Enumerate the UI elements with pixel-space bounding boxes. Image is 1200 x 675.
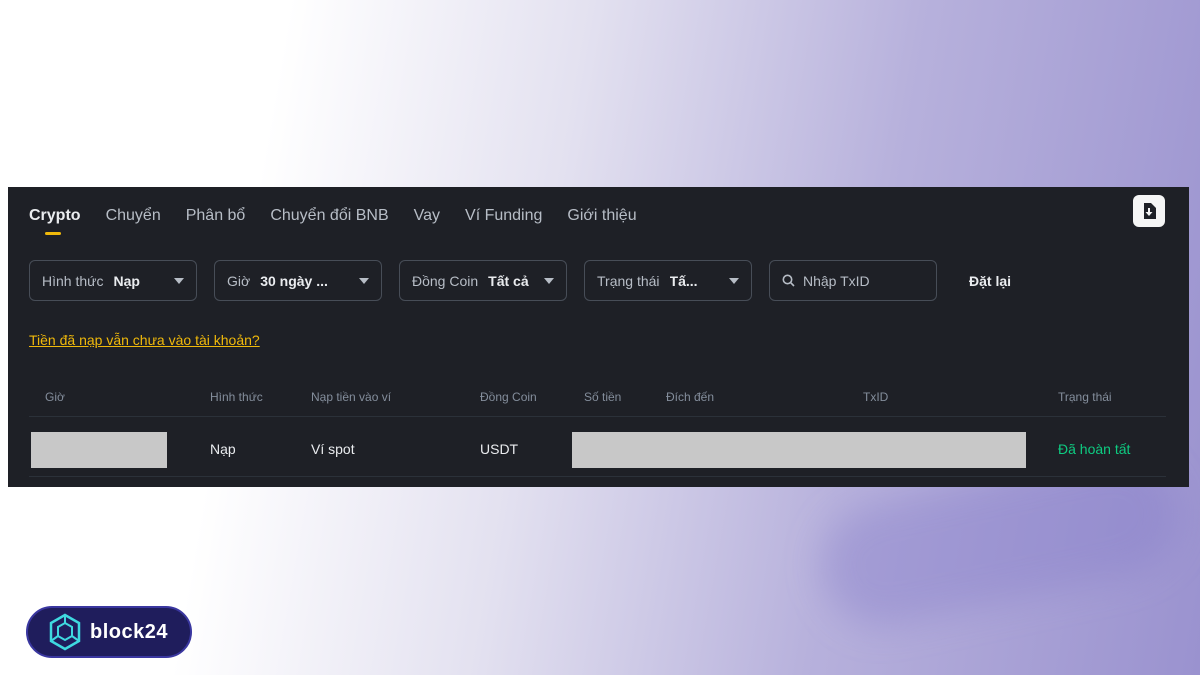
tab-referral[interactable]: Giới thiệu (567, 207, 636, 229)
header-time: Giờ (45, 390, 65, 404)
caret-down-icon (359, 277, 369, 284)
caret-down-icon (729, 277, 739, 284)
search-icon (782, 274, 795, 287)
coin-filter[interactable]: Đồng Coin Tất cả (399, 260, 567, 301)
row-coin: USDT (480, 441, 519, 457)
coin-filter-value: Tất cả (488, 272, 529, 289)
transaction-history-panel: Crypto Chuyển Phân bổ Chuyển đổi BNB Vay… (8, 187, 1189, 487)
caret-down-icon (544, 277, 554, 284)
tab-loan[interactable]: Vay (414, 207, 440, 229)
time-filter-label: Giờ (227, 272, 251, 289)
redacted-time (31, 432, 167, 468)
reset-button[interactable]: Đặt lại (969, 273, 1011, 289)
header-destination: Đích đến (666, 390, 715, 404)
tab-crypto[interactable]: Crypto (29, 207, 81, 235)
brand-logo: block24 (26, 606, 192, 658)
row-type: Nạp (210, 441, 236, 457)
time-filter-value: 30 ngày ... (260, 272, 328, 289)
time-filter[interactable]: Giờ 30 ngày ... (214, 260, 382, 301)
txid-search[interactable] (769, 260, 937, 301)
redacted-amount-destination-txid (572, 432, 1026, 468)
row-status: Đã hoàn tất (1058, 441, 1131, 457)
deposit-not-arrived-link[interactable]: Tiền đã nạp vẫn chưa vào tài khoản? (29, 332, 260, 348)
txid-search-input[interactable] (803, 272, 923, 289)
caret-down-icon (174, 277, 184, 284)
status-filter[interactable]: Trạng thái Tấ... (584, 260, 752, 301)
status-filter-label: Trạng thái (597, 272, 660, 289)
row-wallet: Ví spot (311, 441, 355, 457)
cube-logo-icon (49, 613, 81, 651)
download-button[interactable] (1133, 195, 1165, 227)
filter-bar: Hình thức Nạp Giờ 30 ngày ... Đồng Coin … (29, 260, 1011, 301)
header-coin: Đồng Coin (480, 390, 537, 404)
type-filter-label: Hình thức (42, 272, 104, 289)
tab-transfer[interactable]: Chuyển (106, 207, 161, 229)
tab-funding-wallet[interactable]: Ví Funding (465, 207, 542, 229)
table-row: Nạp Ví spot USDT Đã hoàn tất (29, 417, 1166, 477)
coin-filter-label: Đồng Coin (412, 272, 479, 289)
brand-name: block24 (90, 620, 168, 643)
header-wallet: Nạp tiền vào ví (311, 390, 392, 404)
tab-bnb-convert[interactable]: Chuyển đổi BNB (270, 207, 388, 229)
history-tabs: Crypto Chuyển Phân bổ Chuyển đổi BNB Vay… (29, 207, 662, 235)
table-header: Giờ Hình thức Nạp tiền vào ví Đồng Coin … (29, 385, 1166, 417)
header-type: Hình thức (210, 390, 263, 404)
download-icon (1144, 203, 1156, 219)
header-amount: Số tiền (584, 390, 622, 404)
header-status: Trạng thái (1058, 390, 1112, 404)
type-filter-value: Nạp (113, 272, 140, 289)
type-filter[interactable]: Hình thức Nạp (29, 260, 197, 301)
header-txid: TxID (863, 390, 889, 404)
tab-distribution[interactable]: Phân bổ (186, 207, 246, 229)
deposit-history-table: Giờ Hình thức Nạp tiền vào ví Đồng Coin … (29, 385, 1166, 477)
status-filter-value: Tấ... (669, 272, 698, 289)
